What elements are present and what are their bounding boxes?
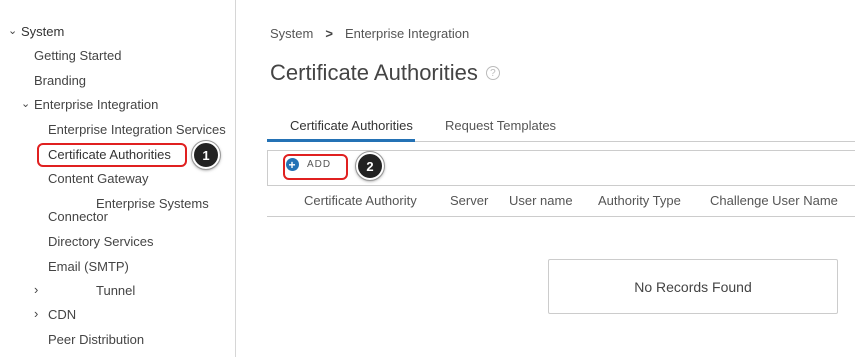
sidebar-item-cdn[interactable]: CDN (48, 307, 76, 322)
chevron-right-icon[interactable]: › (34, 306, 38, 321)
sidebar-item-branding[interactable]: Branding (34, 73, 86, 88)
page-title-text: Certificate Authorities (270, 60, 478, 85)
chevron-down-icon[interactable]: ⌄ (8, 24, 17, 37)
tab-request-templates[interactable]: Request Templates (445, 118, 556, 133)
callout-badge-1: 1 (191, 140, 221, 170)
column-header-server[interactable]: Server (450, 193, 488, 208)
chevron-down-icon[interactable]: ⌄ (21, 97, 30, 110)
empty-state: No Records Found (548, 259, 838, 314)
page-title: Certificate Authorities ? (270, 60, 500, 86)
sidebar-item-enterprise-systems-connector-line2[interactable]: Connector (48, 209, 108, 224)
sidebar-item-system[interactable]: System (21, 24, 64, 39)
help-icon[interactable]: ? (485, 66, 500, 80)
breadcrumb-enterprise-integration[interactable]: Enterprise Integration (345, 26, 469, 41)
sidebar-item-enterprise-integration-services[interactable]: Enterprise Integration Services (48, 122, 226, 137)
active-tab-indicator (267, 139, 415, 142)
highlight-box (37, 143, 187, 167)
sidebar-item-peer-distribution[interactable]: Peer Distribution (48, 332, 144, 347)
sidebar-item-email-smtp[interactable]: Email (SMTP) (48, 259, 129, 274)
tab-bar: Certificate Authorities Request Template… (267, 110, 855, 142)
chevron-right-icon: > (325, 26, 333, 41)
callout-badge-2: 2 (355, 151, 385, 181)
table-header: Certificate Authority Server User name A… (267, 187, 855, 217)
sidebar-nav: ⌄ System Getting Started Branding ⌄ Ente… (0, 0, 236, 357)
column-header-certificate-authority[interactable]: Certificate Authority (304, 193, 417, 208)
highlight-box (283, 154, 348, 180)
tab-certificate-authorities[interactable]: Certificate Authorities (290, 118, 413, 133)
breadcrumb-system[interactable]: System (270, 26, 313, 41)
column-header-challenge-user-name[interactable]: Challenge User Name (710, 193, 838, 208)
sidebar-item-getting-started[interactable]: Getting Started (34, 48, 121, 63)
empty-state-message: No Records Found (634, 278, 752, 295)
chevron-right-icon[interactable]: › (34, 282, 38, 297)
sidebar-item-content-gateway[interactable]: Content Gateway (48, 171, 148, 186)
sidebar-item-directory-services[interactable]: Directory Services (48, 234, 153, 249)
column-header-user-name[interactable]: User name (509, 193, 573, 208)
sidebar-item-enterprise-integration[interactable]: Enterprise Integration (34, 97, 158, 112)
sidebar-item-tunnel[interactable]: Tunnel (96, 283, 135, 298)
sidebar-item-enterprise-systems-connector[interactable]: Enterprise Systems (96, 196, 209, 211)
breadcrumb: System > Enterprise Integration (270, 26, 469, 41)
column-header-authority-type[interactable]: Authority Type (598, 193, 681, 208)
